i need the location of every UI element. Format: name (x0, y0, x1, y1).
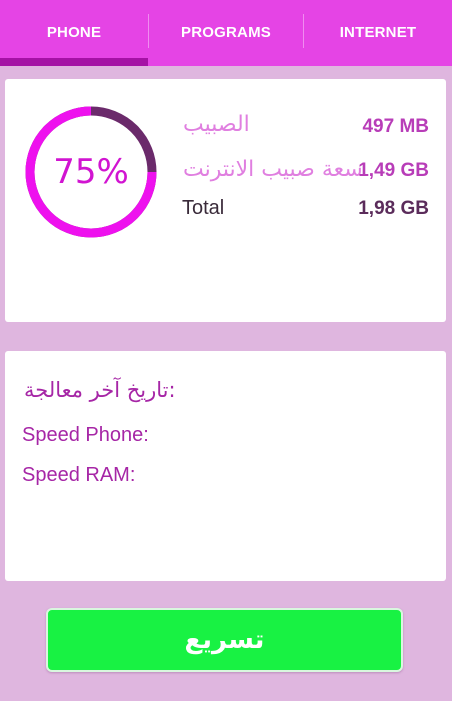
stat-name-total: Total (182, 197, 225, 219)
tab-phone[interactable]: PHONE (0, 0, 148, 66)
stat-value-throughput: 497 MB (362, 116, 429, 137)
tab-internet[interactable]: INTERNET (304, 0, 452, 66)
tab-bar: PHONE PROGRAMS INTERNET (0, 0, 452, 66)
stat-value-internet-capacity: 1,49 GB (358, 160, 429, 181)
speed-ram-label: Speed RAM: (22, 464, 136, 486)
tab-programs[interactable]: PROGRAMS (149, 0, 303, 66)
active-tab-indicator (0, 58, 148, 66)
stat-name-throughput: الصبيب (183, 112, 250, 137)
stat-value-total: 1,98 GB (358, 198, 429, 219)
stat-name-internet-capacity: سعة صبيب الانترنت (183, 157, 363, 182)
boost-button[interactable]: تسريع (46, 608, 403, 672)
speed-phone-label: Speed Phone: (22, 424, 149, 446)
last-treatment-label: تاريخ آخر معالجة: (24, 378, 176, 402)
usage-percent-label: 75% (53, 152, 129, 192)
